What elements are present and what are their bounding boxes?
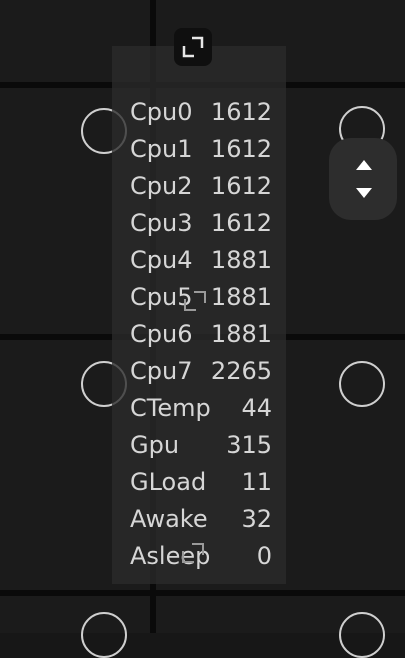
stat-label: CTemp — [130, 394, 211, 422]
stat-row: Gpu 315 — [130, 427, 272, 464]
stat-row: Cpu6 1881 — [130, 316, 272, 353]
stat-row: Cpu4 1881 — [130, 242, 272, 279]
expand-button[interactable] — [174, 28, 212, 66]
stat-label: Cpu3 — [130, 209, 193, 237]
stat-label: Awake — [130, 505, 208, 533]
stat-label: Cpu2 — [130, 172, 193, 200]
arrow-down-icon[interactable] — [356, 188, 372, 198]
resize-corner-icon[interactable] — [178, 538, 208, 568]
stat-value: 315 — [226, 431, 272, 459]
stat-label: GLoad — [130, 468, 207, 496]
stat-label: Cpu1 — [130, 135, 193, 163]
circle-button[interactable] — [339, 361, 385, 407]
stat-row: Cpu1 1612 — [130, 131, 272, 168]
stat-label: Cpu4 — [130, 246, 193, 274]
stat-value: 1881 — [210, 320, 272, 348]
stat-value: 0 — [256, 542, 272, 570]
stat-value: 32 — [241, 505, 272, 533]
stat-label: Cpu6 — [130, 320, 193, 348]
stat-value: 1612 — [210, 135, 272, 163]
scroll-stepper[interactable] — [329, 138, 397, 220]
stat-row: Cpu2 1612 — [130, 168, 272, 205]
expand-icon — [182, 36, 204, 58]
stat-value: 1612 — [210, 172, 272, 200]
circle-button[interactable] — [81, 612, 127, 658]
stat-value: 44 — [241, 394, 272, 422]
stat-row: GLoad 11 — [130, 464, 272, 501]
arrow-up-icon[interactable] — [356, 160, 372, 170]
stat-label: Gpu — [130, 431, 180, 459]
grid-divider — [0, 590, 405, 596]
grid-cell — [0, 596, 150, 633]
stat-value: 2265 — [210, 357, 272, 385]
stat-value: 1881 — [210, 246, 272, 274]
stat-value: 1612 — [210, 209, 272, 237]
stat-value: 11 — [241, 468, 272, 496]
resize-corner-icon[interactable] — [180, 286, 210, 316]
stat-label: Cpu7 — [130, 357, 193, 385]
stat-row: Awake 32 — [130, 501, 272, 538]
stat-row: Cpu7 2265 — [130, 353, 272, 390]
stat-row: CTemp 44 — [130, 390, 272, 427]
stat-value: 1881 — [210, 283, 272, 311]
stats-list: Cpu0 1612 Cpu1 1612 Cpu2 1612 Cpu3 1612 Cpu4… — [130, 94, 272, 575]
circle-button[interactable] — [339, 612, 385, 658]
stat-value: 1612 — [210, 98, 272, 126]
stat-row: Cpu3 1612 — [130, 205, 272, 242]
stat-label: Cpu0 — [130, 98, 193, 126]
stat-row: Cpu0 1612 — [130, 94, 272, 131]
